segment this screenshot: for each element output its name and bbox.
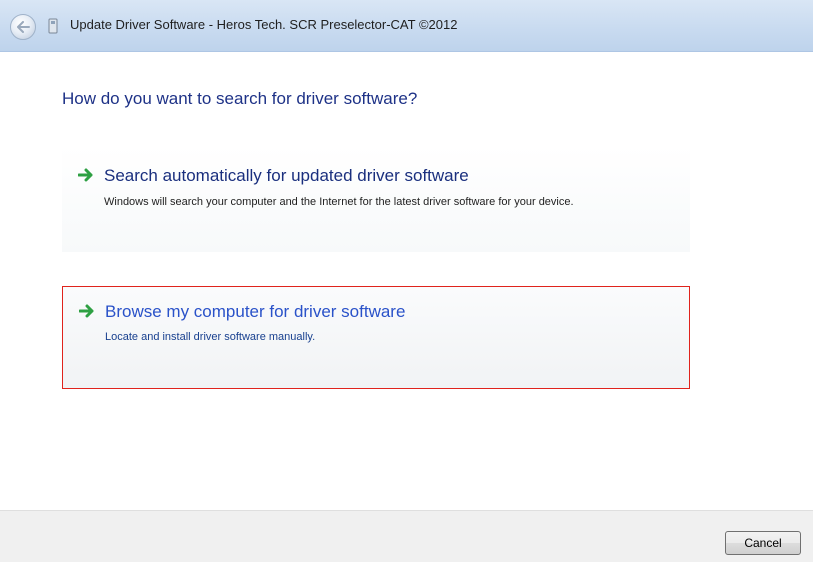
option-title: Search automatically for updated driver … — [104, 166, 469, 185]
title-bar: Update Driver Software - Heros Tech. SCR… — [0, 0, 813, 52]
page-heading: How do you want to search for driver sof… — [62, 89, 418, 108]
device-icon — [46, 18, 60, 34]
green-arrow-icon — [79, 304, 94, 318]
dialog-footer: Cancel — [0, 510, 813, 562]
back-arrow-icon — [17, 21, 30, 33]
back-button[interactable] — [10, 14, 36, 40]
option-browse-computer[interactable]: Browse my computer for driver software L… — [62, 286, 690, 389]
cancel-button[interactable]: Cancel — [725, 531, 801, 555]
window-title: Update Driver Software - Heros Tech. SCR… — [70, 17, 458, 32]
option-search-automatically[interactable]: Search automatically for updated driver … — [62, 146, 690, 252]
option-description: Locate and install driver software manua… — [105, 331, 316, 343]
green-arrow-icon — [78, 168, 93, 182]
option-description: Windows will search your computer and th… — [104, 196, 574, 208]
option-title: Browse my computer for driver software — [105, 302, 406, 321]
